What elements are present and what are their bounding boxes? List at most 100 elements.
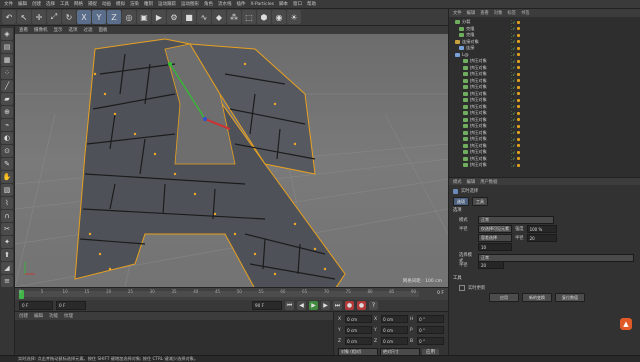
visibility-dots-icon[interactable]: ⁚✓ (511, 130, 516, 135)
object-row[interactable]: 挤压对象 ⁚✓ (449, 71, 640, 77)
object-row[interactable]: 挤压对象 ⁚✓ (449, 162, 640, 168)
radius-field[interactable]: 20 (526, 234, 557, 242)
go-end-icon[interactable]: ⏭ (333, 301, 342, 310)
current-frame-field[interactable]: 0 F (19, 301, 53, 310)
knife-icon[interactable]: ✂ (1, 223, 13, 235)
visibility-dots-icon[interactable]: ⁚✓ (511, 26, 516, 31)
sculpt-icon[interactable]: ✋ (1, 171, 13, 183)
workplane-icon[interactable]: ▦ (1, 54, 13, 66)
visibility-dots-icon[interactable]: ⁚✓ (511, 85, 516, 90)
object-row[interactable]: 克隆 ⁚✓ (449, 32, 640, 38)
uv-icon[interactable]: ▧ (1, 184, 13, 196)
object-row[interactable]: 挤压对象 ⁚✓ (449, 78, 640, 84)
menu-item[interactable]: 捕捉 (88, 1, 97, 7)
visibility-dots-icon[interactable]: ⁚✓ (511, 39, 516, 44)
start-frame-field[interactable]: 0 F (56, 301, 86, 310)
array-icon[interactable]: ⁂ (227, 10, 241, 24)
deformer-icon[interactable]: ⬚ (242, 10, 256, 24)
key-icon[interactable]: ? (369, 301, 378, 310)
scale-icon[interactable]: ⤢ (47, 10, 61, 24)
object-row[interactable]: 挤压对象 ⁚✓ (449, 117, 640, 123)
coord-position-field[interactable]: 0 cm (345, 326, 372, 334)
undo-icon[interactable]: ↶ (2, 10, 16, 24)
menu-item[interactable]: 创建 (32, 1, 41, 7)
apply-button[interactable]: 应用 (489, 293, 519, 302)
light-icon[interactable]: ☀ (287, 10, 301, 24)
solo-icon[interactable]: ◐ (1, 132, 13, 144)
cube-icon[interactable]: ■ (182, 10, 196, 24)
object-axis-icon[interactable]: ⊕ (1, 106, 13, 118)
coord-size-field[interactable]: 0 cm (381, 326, 408, 334)
menu-item[interactable]: 运动跟踪 (158, 1, 176, 7)
menu-item[interactable]: 模拟 (116, 1, 125, 7)
camera-icon[interactable]: ◉ (272, 10, 286, 24)
object-menu-item[interactable]: 编辑 (467, 10, 476, 16)
attribute-menu-item[interactable]: 模式 (453, 179, 462, 185)
scene-icon[interactable]: ⬢ (257, 10, 271, 24)
object-row[interactable]: L@ ⁚✓ (449, 52, 640, 58)
material-area[interactable] (15, 320, 333, 355)
extrude-icon[interactable]: ⬆ (1, 249, 13, 261)
nurbs-icon[interactable]: ◆ (212, 10, 226, 24)
points-mode-icon[interactable]: ⁘ (1, 67, 13, 79)
menu-item[interactable]: 渲染 (130, 1, 139, 7)
world-icon[interactable]: ◎ (122, 10, 136, 24)
menu-item[interactable]: 流水线 (218, 1, 232, 7)
menu-item[interactable]: 窗口 (293, 1, 302, 7)
menu-item[interactable]: 插件 (237, 1, 246, 7)
visibility-dots-icon[interactable]: ⁚✓ (511, 46, 516, 51)
viewport-menu-item[interactable]: 过滤 (84, 27, 93, 33)
visibility-dots-icon[interactable]: ⁚✓ (511, 150, 516, 155)
render-region-icon[interactable]: ▣ (137, 10, 151, 24)
spline-icon[interactable]: ∿ (197, 10, 211, 24)
visibility-dots-icon[interactable]: ⁚✓ (511, 72, 516, 77)
material-menu-item[interactable]: 功能 (49, 313, 58, 319)
mode-dropdown[interactable]: 正常 (478, 216, 554, 224)
object-row[interactable]: 挤压对象 ⁚✓ (449, 84, 640, 90)
visibility-dots-icon[interactable]: ⁚✓ (511, 78, 516, 83)
material-menu-item[interactable]: 编辑 (34, 313, 43, 319)
object-row[interactable]: 挤压对象 ⁚✓ (449, 149, 640, 155)
timeline[interactable]: 0 5 10 15 20 25 30 35 40 45 50 55 60 65 70 75 80 85 90 0 F (15, 287, 448, 301)
go-start-icon[interactable]: ⏮ (285, 301, 294, 310)
menu-item[interactable]: X-Particles (251, 2, 274, 7)
tab-tool[interactable]: 工具 (472, 197, 488, 206)
coord-rotation-field[interactable]: 0 ° (417, 337, 444, 345)
object-list[interactable]: 分裂 ⁚✓ 克隆 ⁚✓ 克隆 ⁚✓ 连接对象 ⁚✓ 连接 ⁚✓ L@ ⁚✓ 挤压对象 ⁚✓ 挤压对象 ⁚✓ 挤压… (448, 17, 640, 177)
menu-item[interactable]: 动画 (102, 1, 111, 7)
strength-field[interactable]: 100 % (526, 225, 557, 233)
menu-item[interactable]: 脚本 (279, 1, 288, 7)
coord-rotation-field[interactable]: 0 ° (417, 315, 444, 323)
menu-item[interactable]: 工具 (60, 1, 69, 7)
bridge-icon[interactable]: ≡ (1, 275, 13, 287)
coord-size-field[interactable]: 0 cm (381, 315, 408, 323)
object-row[interactable]: 挤压对象 ⁚✓ (449, 143, 640, 149)
menu-item[interactable]: 雕刻 (144, 1, 153, 7)
texture-mode-icon[interactable]: ▤ (1, 41, 13, 53)
menu-item[interactable]: 文件 (4, 1, 13, 7)
move-icon[interactable]: ✛ (32, 10, 46, 24)
menu-item[interactable]: 选择 (46, 1, 55, 7)
end-frame-field[interactable]: 90 F (252, 301, 282, 310)
visibility-dots-icon[interactable]: ⁚✓ (511, 163, 516, 168)
visibility-dots-icon[interactable]: ⁚✓ (511, 111, 516, 116)
visibility-dots-icon[interactable]: ⁚✓ (511, 117, 516, 122)
visibility-dots-icon[interactable]: ⁚✓ (511, 65, 516, 70)
bevel-icon[interactable]: ◢ (1, 262, 13, 274)
coord-position-field[interactable]: 0 cm (345, 337, 372, 345)
object-row[interactable]: 挤压对象 ⁚✓ (449, 91, 640, 97)
edges-mode-icon[interactable]: ╱ (1, 80, 13, 92)
object-row[interactable]: 挤压对象 ⁚✓ (449, 123, 640, 129)
visibility-dots-icon[interactable]: ⁚✓ (511, 20, 516, 25)
visibility-dots-icon[interactable]: ⁚✓ (511, 98, 516, 103)
object-row[interactable]: 分裂 ⁚✓ (449, 19, 640, 25)
coord-size-field[interactable]: 0 cm (381, 337, 408, 345)
object-row[interactable]: 挤压对象 ⁚✓ (449, 136, 640, 142)
coord-rotation-field[interactable]: 0 ° (417, 326, 444, 334)
render-settings-icon[interactable]: ⚙ (167, 10, 181, 24)
tab-options[interactable]: 选项 (453, 197, 469, 206)
play-icon[interactable]: ▶ (309, 301, 318, 310)
visibility-dots-icon[interactable]: ⁚✓ (511, 124, 516, 129)
prev-key-icon[interactable]: ◀ (297, 301, 306, 310)
viewport-menu-item[interactable]: 摄像机 (34, 27, 48, 33)
